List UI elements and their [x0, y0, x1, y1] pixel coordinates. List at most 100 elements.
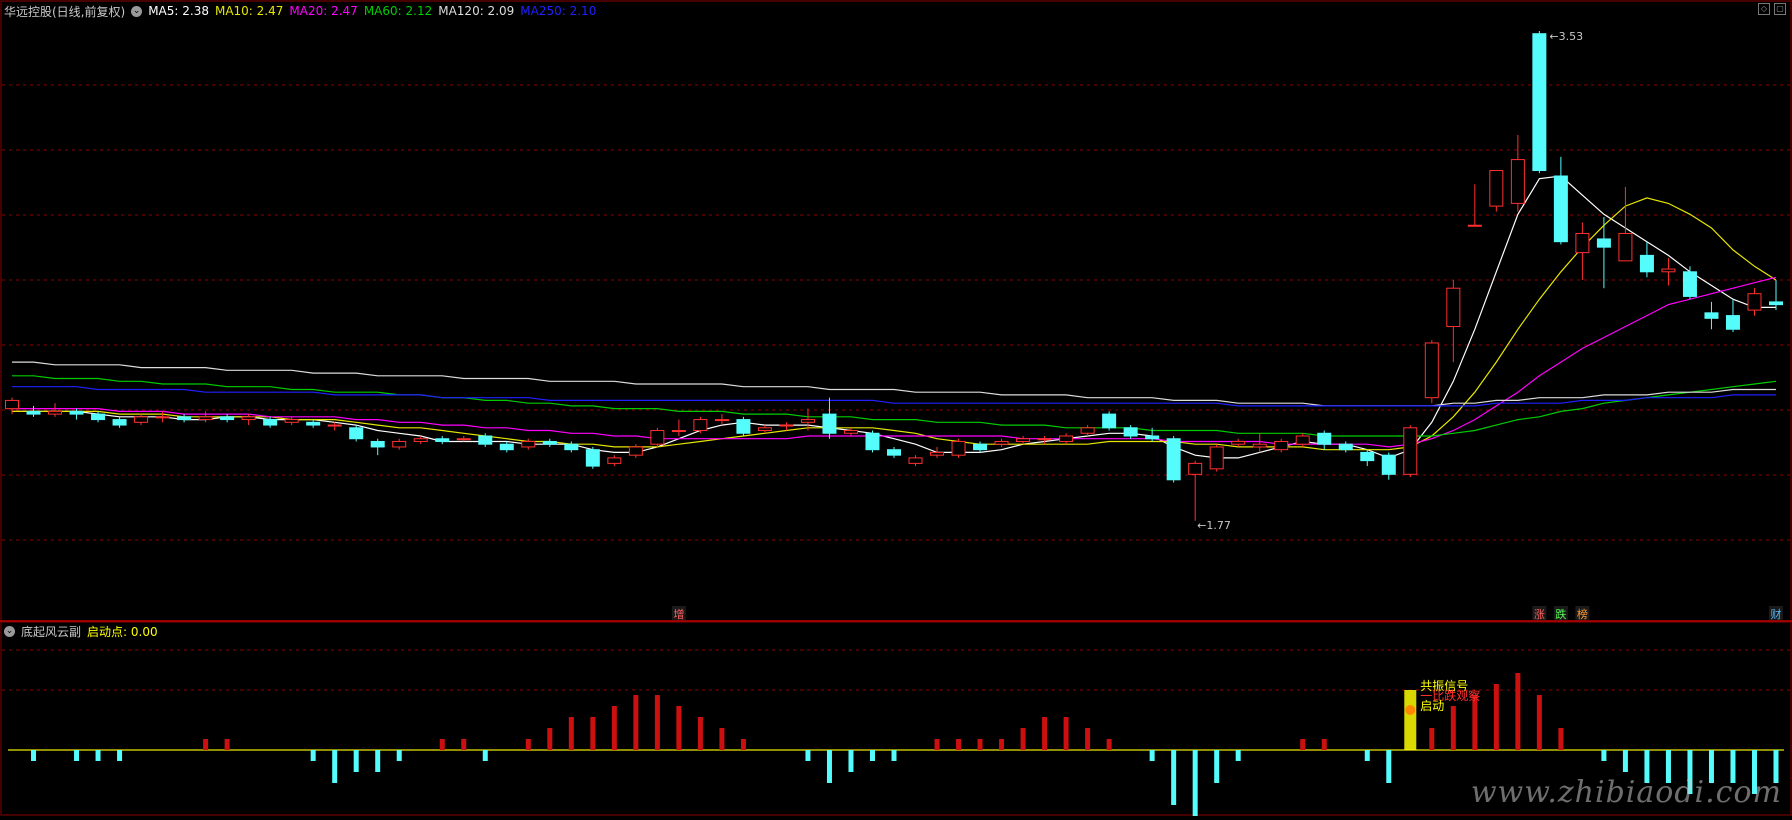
- candle-body[interactable]: [91, 413, 106, 421]
- candle-body[interactable]: [220, 416, 235, 421]
- candle-body[interactable]: [392, 440, 407, 448]
- histogram-bar: [1622, 750, 1628, 772]
- candle-body[interactable]: [1231, 440, 1246, 445]
- candle-body[interactable]: [1446, 287, 1461, 328]
- candle-body[interactable]: [1704, 312, 1719, 319]
- event-marker-1[interactable]: 涨: [1534, 608, 1545, 621]
- candle-body[interactable]: [5, 399, 19, 410]
- candle-body[interactable]: [1618, 232, 1633, 262]
- candle-body[interactable]: [973, 443, 988, 451]
- candle-body[interactable]: [1467, 224, 1482, 227]
- candle-body[interactable]: [800, 419, 815, 423]
- candle-body[interactable]: [1532, 33, 1547, 172]
- candle-body[interactable]: [671, 430, 686, 433]
- candle-body[interactable]: [1209, 446, 1224, 470]
- candle-body[interactable]: [521, 440, 536, 448]
- stock-title[interactable]: 华远控股(日线,前复权): [4, 3, 125, 20]
- candle-body[interactable]: [1252, 443, 1267, 448]
- candle-body[interactable]: [1661, 268, 1676, 273]
- candle-body[interactable]: [241, 416, 256, 421]
- window-icon[interactable]: ▢: [1774, 3, 1786, 15]
- candle-body[interactable]: [1166, 438, 1181, 481]
- candle-body[interactable]: [1489, 170, 1504, 207]
- candle-body[interactable]: [1575, 232, 1590, 254]
- candle-body[interactable]: [693, 419, 708, 432]
- kline-chart[interactable]: ←3.53←1.77增涨跌榜财共振信号一比跌观察启动: [0, 0, 1792, 816]
- event-marker-2[interactable]: 跌: [1555, 607, 1566, 621]
- event-marker-0[interactable]: 增: [673, 607, 684, 621]
- candle-body[interactable]: [1059, 435, 1074, 442]
- candle-body[interactable]: [306, 421, 321, 426]
- candle-body[interactable]: [1403, 427, 1418, 475]
- candle-body[interactable]: [1725, 315, 1740, 330]
- candle-body[interactable]: [585, 449, 600, 467]
- candle-body[interactable]: [327, 424, 342, 427]
- candle-body[interactable]: [26, 410, 41, 415]
- candle-body[interactable]: [1747, 293, 1762, 311]
- candle-body[interactable]: [435, 438, 450, 442]
- candle-body[interactable]: [607, 457, 622, 464]
- candle-body[interactable]: [1510, 159, 1525, 204]
- candle-body[interactable]: [1295, 435, 1310, 445]
- candle-body[interactable]: [1145, 435, 1160, 440]
- histogram-bar: [1558, 728, 1564, 750]
- candle-body[interactable]: [865, 432, 880, 451]
- candle-body[interactable]: [1016, 438, 1031, 442]
- candle-body[interactable]: [1037, 438, 1052, 441]
- candle-body[interactable]: [1188, 462, 1203, 475]
- candle-body[interactable]: [779, 424, 794, 427]
- candle-body[interactable]: [757, 427, 772, 432]
- candle-body[interactable]: [714, 419, 729, 422]
- candle-body[interactable]: [1596, 238, 1611, 248]
- candle-body[interactable]: [177, 416, 192, 421]
- candle-body[interactable]: [499, 443, 514, 451]
- candle-body[interactable]: [1123, 427, 1138, 437]
- candle-body[interactable]: [650, 430, 665, 445]
- candle-body[interactable]: [69, 410, 84, 415]
- candle-body[interactable]: [1639, 254, 1654, 273]
- candle-body[interactable]: [843, 430, 858, 434]
- candle-body[interactable]: [994, 440, 1009, 445]
- candle-body[interactable]: [413, 438, 428, 442]
- expand-icon[interactable]: ◇: [1758, 3, 1770, 15]
- sub-panel-title[interactable]: 底起风云副: [21, 623, 81, 640]
- candle-body[interactable]: [1381, 454, 1396, 475]
- sub-settings-circle-icon[interactable]: ⌄: [4, 625, 15, 637]
- event-marker-3[interactable]: 榜: [1577, 607, 1588, 621]
- candle-body[interactable]: [48, 410, 63, 415]
- candle-body[interactable]: [736, 419, 751, 434]
- candle-body[interactable]: [822, 413, 837, 434]
- candle-body[interactable]: [198, 416, 213, 421]
- candle-body[interactable]: [951, 440, 966, 456]
- candle-body[interactable]: [349, 427, 364, 440]
- candle-body[interactable]: [1553, 175, 1568, 243]
- candle-body[interactable]: [628, 446, 643, 456]
- settings-circle-icon[interactable]: ⌄: [131, 5, 143, 17]
- chart-stage[interactable]: ←3.53 ←1.77 增涨跌榜财共振信号 一比跌观察 启动: [0, 0, 1792, 816]
- candle-body[interactable]: [1682, 271, 1697, 297]
- candle-body[interactable]: [1080, 427, 1095, 434]
- candle-body[interactable]: [478, 435, 493, 445]
- candle-body[interactable]: [456, 438, 471, 441]
- candle-body[interactable]: [542, 440, 557, 445]
- histogram-bar: [1386, 750, 1392, 783]
- corner-controls: ◇ ▢: [1758, 3, 1786, 15]
- candle-body[interactable]: [1769, 301, 1783, 306]
- candle-body[interactable]: [1102, 413, 1117, 429]
- candle-body[interactable]: [112, 419, 127, 426]
- candle-body[interactable]: [1338, 443, 1353, 451]
- candle-body[interactable]: [1317, 432, 1332, 445]
- candle-body[interactable]: [263, 419, 278, 426]
- candle-body[interactable]: [1274, 440, 1289, 451]
- candle-body[interactable]: [1360, 451, 1375, 462]
- candle-body[interactable]: [908, 457, 923, 464]
- candle-body[interactable]: [134, 416, 149, 423]
- candle-body[interactable]: [284, 419, 299, 423]
- candle-body[interactable]: [887, 449, 901, 456]
- candle-body[interactable]: [930, 451, 945, 456]
- candle-body[interactable]: [370, 440, 385, 448]
- candle-body[interactable]: [1424, 342, 1439, 399]
- candle-body[interactable]: [564, 443, 579, 451]
- event-marker-4[interactable]: 财: [1771, 607, 1782, 621]
- candle-body[interactable]: [155, 416, 170, 419]
